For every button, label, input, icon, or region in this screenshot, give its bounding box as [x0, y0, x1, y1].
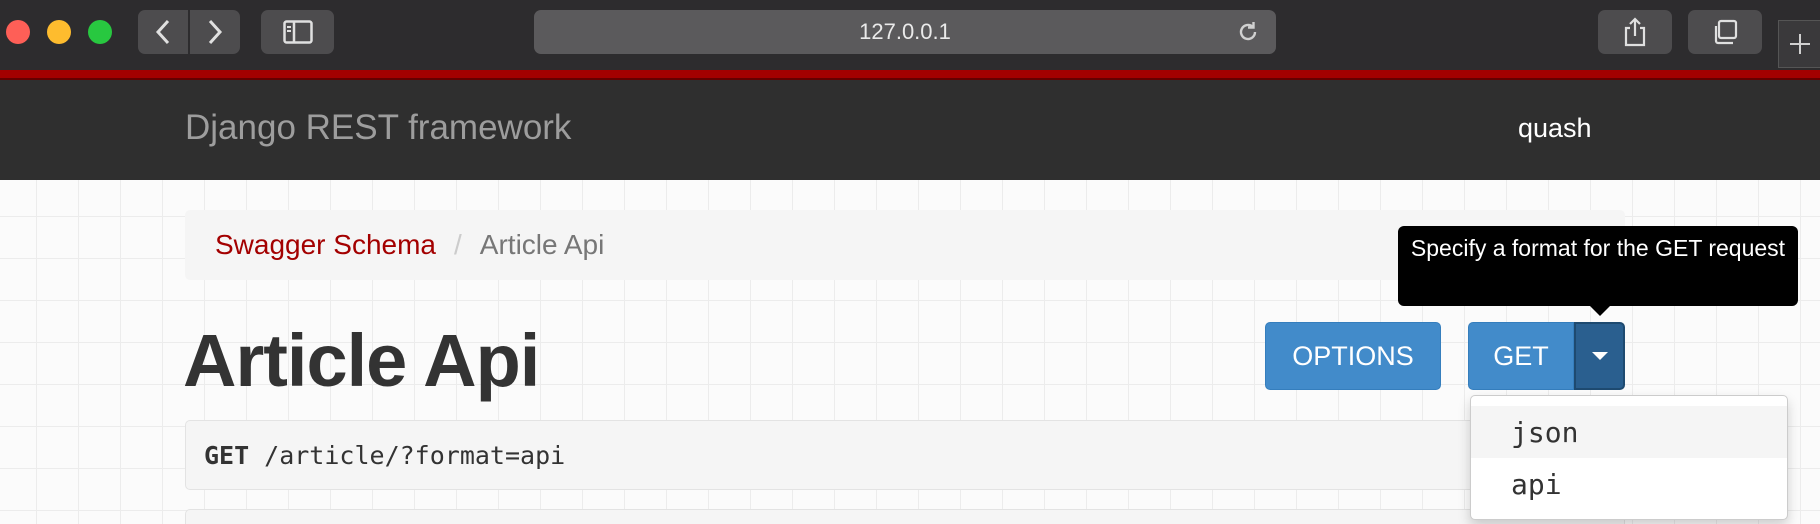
- url-text: 127.0.0.1: [859, 19, 951, 44]
- back-button[interactable]: [138, 10, 188, 54]
- breadcrumb-current: Article Api: [479, 229, 605, 260]
- response-panel: [185, 509, 1625, 524]
- sidebar-toggle-button[interactable]: [261, 10, 334, 54]
- user-menu-link[interactable]: quash: [1518, 113, 1592, 144]
- browser-toolbar: 127.0.0.1: [0, 0, 1820, 70]
- request-info: GET /article/?format=api: [185, 420, 1625, 490]
- sidebar-icon: [282, 20, 313, 44]
- close-window-button[interactable]: [6, 20, 30, 44]
- chevron-left-icon: [155, 19, 170, 45]
- caret-down-icon: [1591, 352, 1608, 360]
- forward-button[interactable]: [190, 10, 240, 54]
- navbar: Django REST framework quash: [0, 80, 1820, 180]
- get-button[interactable]: GET: [1468, 322, 1574, 390]
- show-tabs-button[interactable]: [1688, 10, 1762, 54]
- breadcrumb-link-swagger-schema[interactable]: Swagger Schema: [215, 229, 436, 261]
- request-path: /article/?format=api: [264, 440, 566, 470]
- minimize-window-button[interactable]: [47, 20, 71, 44]
- tooltip-arrow: [1590, 306, 1610, 316]
- new-tab-button[interactable]: [1778, 20, 1820, 68]
- brand-link[interactable]: Django REST framework: [185, 108, 571, 148]
- tabs-overview-icon: [1714, 19, 1738, 45]
- format-option-json[interactable]: json: [1471, 406, 1787, 458]
- format-dropdown-toggle[interactable]: [1574, 322, 1625, 390]
- share-icon: [1624, 17, 1646, 47]
- get-format-tooltip: Specify a format for the GET request: [1398, 226, 1798, 306]
- request-method: GET: [204, 440, 250, 470]
- page-title: Article Api: [183, 319, 540, 402]
- address-bar[interactable]: 127.0.0.1: [534, 10, 1276, 54]
- navbar-accent-strip: [0, 70, 1820, 80]
- main-content: Swagger Schema / Article Api Article Api…: [0, 180, 1820, 524]
- format-dropdown-menu: json api: [1470, 395, 1788, 520]
- breadcrumb-separator: /: [454, 229, 462, 260]
- format-option-api[interactable]: api: [1471, 458, 1787, 510]
- chevron-right-icon: [208, 19, 223, 45]
- share-button[interactable]: [1598, 10, 1672, 54]
- options-button[interactable]: OPTIONS: [1265, 322, 1441, 390]
- reload-icon[interactable]: [1236, 20, 1260, 44]
- plus-icon: [1789, 34, 1810, 54]
- maximize-window-button[interactable]: [88, 20, 112, 44]
